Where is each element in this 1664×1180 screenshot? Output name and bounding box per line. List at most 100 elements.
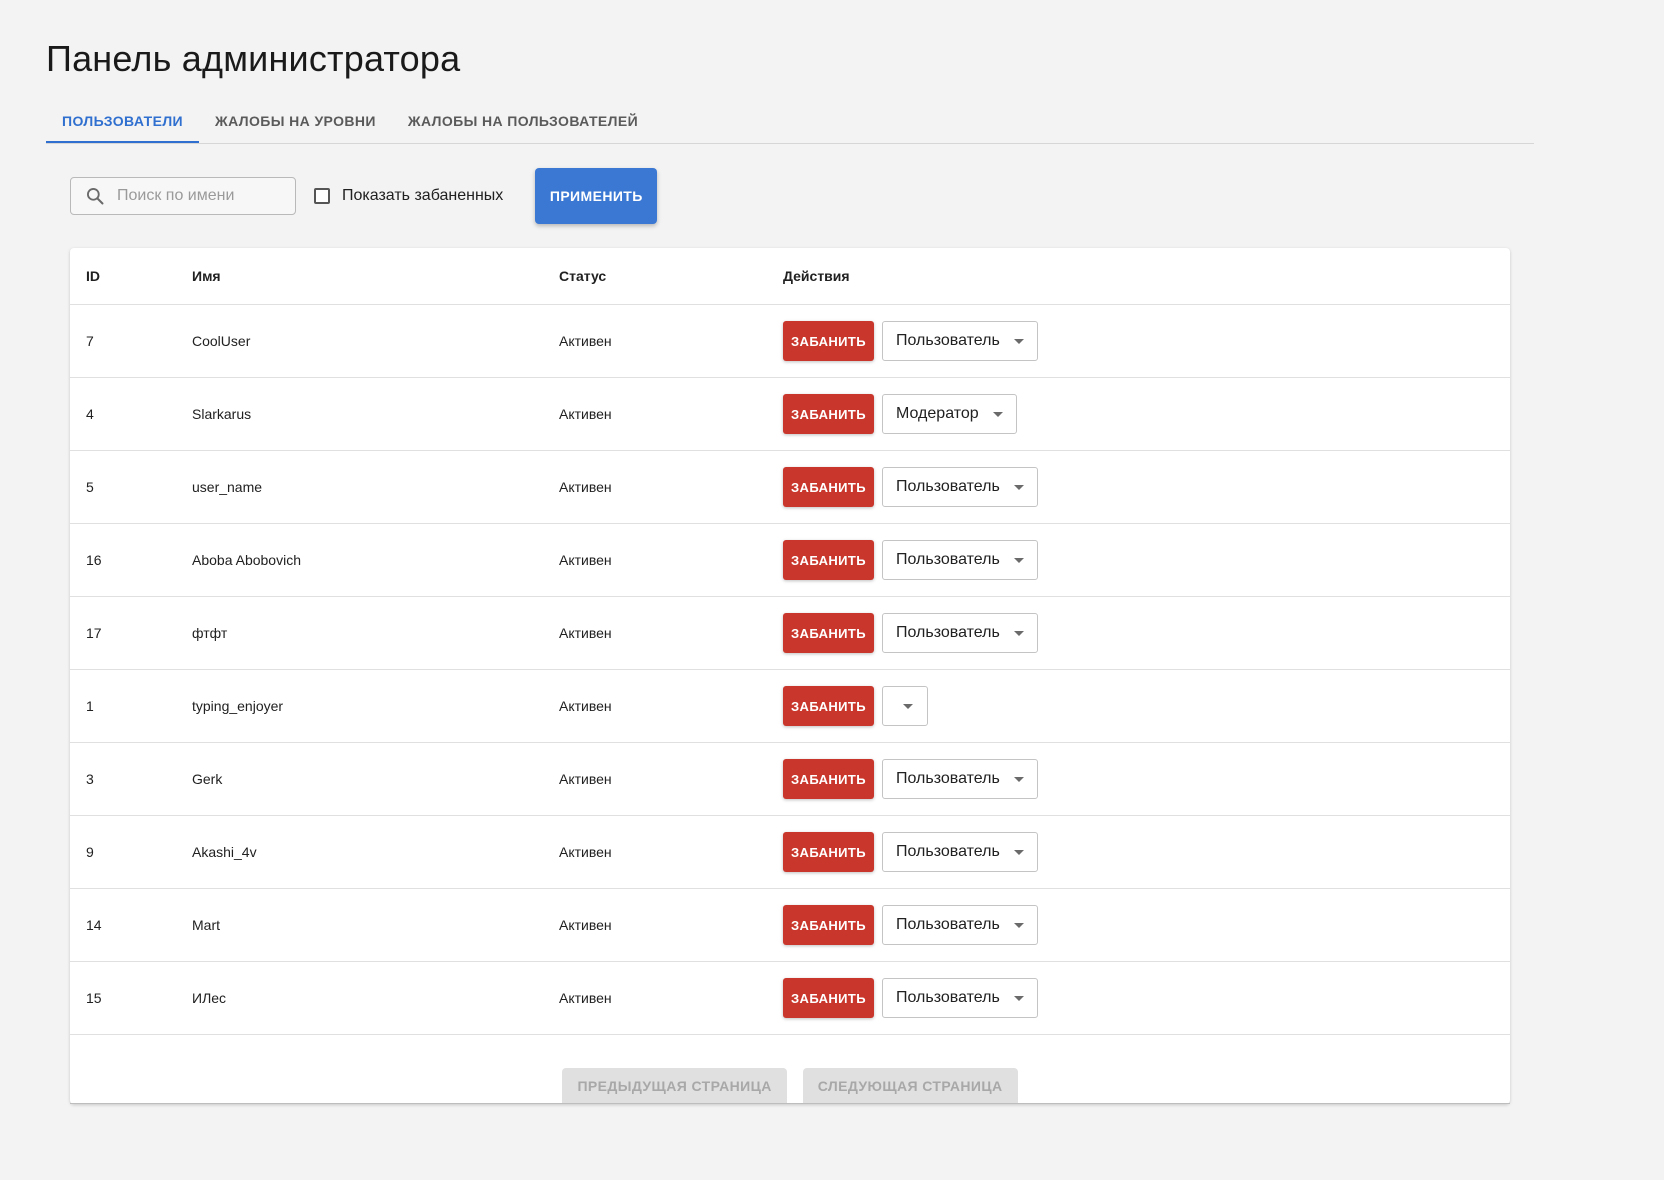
ban-button[interactable]: ЗАБАНИТЬ — [783, 686, 874, 726]
role-select[interactable]: Пользователь — [882, 905, 1038, 945]
table-row: 14 Mart Активен ЗАБАНИТЬ Пользователь — [70, 889, 1510, 962]
role-value: Пользователь — [896, 332, 1000, 349]
cell-name: Akashi_4v — [192, 844, 257, 860]
users-table: ID Имя Статус Действия 7 CoolUser Активен З… — [70, 248, 1510, 1104]
table-row: 1 typing_enjoyer Активен ЗАБАНИТЬ — [70, 670, 1510, 743]
cell-name: Slarkarus — [192, 406, 252, 422]
cell-status: Активен — [559, 479, 612, 495]
caret-down-icon — [1013, 557, 1024, 563]
role-value: Пользователь — [896, 770, 1000, 787]
show-banned-label: Показать забаненных — [342, 187, 504, 204]
cell-status: Активен — [559, 552, 612, 568]
cell-actions: ЗАБАНИТЬ — [783, 686, 1510, 726]
cell-status: Активен — [559, 625, 612, 641]
cell-id: 16 — [86, 552, 102, 568]
tab-bar: ПОЛЬЗОВАТЕЛИ ЖАЛОБЫ НА УРОВНИ ЖАЛОБЫ НА … — [46, 100, 1534, 144]
table-row: 15 ИЛес Активен ЗАБАНИТЬ Пользователь — [70, 962, 1510, 1035]
caret-down-icon — [1013, 849, 1024, 855]
role-select[interactable]: Пользователь — [882, 832, 1038, 872]
cell-id: 3 — [86, 771, 94, 787]
apply-button[interactable]: ПРИМЕНИТЬ — [535, 168, 658, 224]
caret-down-icon — [903, 703, 913, 709]
cell-actions: ЗАБАНИТЬ Пользователь — [783, 832, 1510, 872]
cell-status: Активен — [559, 844, 612, 860]
ban-button[interactable]: ЗАБАНИТЬ — [783, 978, 874, 1018]
role-select[interactable]: Пользователь — [882, 759, 1038, 799]
cell-status: Активен — [559, 698, 612, 714]
role-select[interactable]: Пользователь — [882, 321, 1038, 361]
cell-actions: ЗАБАНИТЬ Пользователь — [783, 759, 1510, 799]
cell-status: Активен — [559, 990, 612, 1006]
cell-actions: ЗАБАНИТЬ Пользователь — [783, 540, 1510, 580]
cell-actions: ЗАБАНИТЬ Пользователь — [783, 467, 1510, 507]
page-title: Панель администратора — [46, 38, 461, 79]
caret-down-icon — [992, 411, 1003, 417]
cell-id: 14 — [86, 917, 102, 933]
caret-down-icon — [1013, 776, 1024, 782]
table-row: 17 фтфт Активен ЗАБАНИТЬ Пользователь — [70, 597, 1510, 670]
tab-user-reports[interactable]: ЖАЛОБЫ НА ПОЛЬЗОВАТЕЛЕЙ — [392, 100, 654, 142]
cell-id: 17 — [86, 625, 102, 641]
cell-name: Aboba Abobovich — [192, 552, 301, 568]
cell-actions: ЗАБАНИТЬ Пользователь — [783, 978, 1510, 1018]
pagination: ПРЕДЫДУЩАЯ СТРАНИЦА СЛЕДУЮЩАЯ СТРАНИЦА — [70, 1036, 1510, 1104]
cell-name: ИЛес — [192, 990, 227, 1006]
next-page-button[interactable]: СЛЕДУЮЩАЯ СТРАНИЦА — [802, 1068, 1018, 1104]
ban-button[interactable]: ЗАБАНИТЬ — [783, 321, 874, 361]
cell-status: Активен — [559, 771, 612, 787]
role-select[interactable] — [882, 686, 928, 726]
cell-name: фтфт — [192, 625, 228, 641]
search-input[interactable] — [115, 186, 289, 206]
ban-button[interactable]: ЗАБАНИТЬ — [783, 613, 874, 653]
cell-id: 9 — [86, 844, 94, 860]
cell-actions: ЗАБАНИТЬ Пользователь — [783, 905, 1510, 945]
cell-actions: ЗАБАНИТЬ Модератор — [783, 394, 1510, 434]
column-header-name: Имя — [192, 268, 221, 284]
show-banned-toggle[interactable]: Показать забаненных — [314, 187, 503, 205]
role-select[interactable]: Пользователь — [882, 613, 1038, 653]
ban-button[interactable]: ЗАБАНИТЬ — [783, 394, 874, 434]
cell-name: Gerk — [192, 771, 223, 787]
role-select[interactable]: Пользователь — [882, 540, 1038, 580]
cell-name: user_name — [192, 479, 263, 495]
role-value: Модератор — [896, 405, 979, 422]
caret-down-icon — [1013, 484, 1024, 490]
cell-name: Mart — [192, 917, 220, 933]
cell-actions: ЗАБАНИТЬ Пользователь — [783, 613, 1510, 653]
search-icon — [87, 188, 104, 205]
role-value: Пользователь — [896, 916, 1000, 933]
role-select[interactable]: Пользователь — [882, 467, 1038, 507]
column-header-actions: Действия — [783, 268, 850, 284]
search-field[interactable] — [70, 177, 296, 215]
table-row: 7 CoolUser Активен ЗАБАНИТЬ Пользователь — [70, 305, 1510, 378]
table-bottom-divider — [70, 1103, 1510, 1104]
show-banned-checkbox[interactable] — [314, 188, 330, 204]
caret-down-icon — [1013, 995, 1024, 1001]
ban-button[interactable]: ЗАБАНИТЬ — [783, 905, 874, 945]
cell-id: 1 — [86, 698, 94, 714]
role-select[interactable]: Пользователь — [882, 978, 1038, 1018]
table-row: 9 Akashi_4v Активен ЗАБАНИТЬ Пользователь — [70, 816, 1510, 889]
tab-users[interactable]: ПОЛЬЗОВАТЕЛИ — [46, 100, 200, 143]
role-value: Пользователь — [896, 551, 1000, 568]
cell-name: CoolUser — [192, 333, 251, 349]
cell-id: 5 — [86, 479, 94, 495]
cell-id: 4 — [86, 406, 94, 422]
ban-button[interactable]: ЗАБАНИТЬ — [783, 759, 874, 799]
ban-button[interactable]: ЗАБАНИТЬ — [783, 467, 874, 507]
role-value: Пользователь — [896, 478, 1000, 495]
tab-level-reports[interactable]: ЖАЛОБЫ НА УРОВНИ — [199, 100, 392, 142]
table-row: 5 user_name Активен ЗАБАНИТЬ Пользователь — [70, 451, 1510, 524]
table-row: 16 Aboba Abobovich Активен ЗАБАНИТЬ Пользова… — [70, 524, 1510, 597]
ban-button[interactable]: ЗАБАНИТЬ — [783, 832, 874, 872]
filter-bar: Показать забаненных ПРИМЕНИТЬ — [70, 168, 658, 224]
prev-page-button[interactable]: ПРЕДЫДУЩАЯ СТРАНИЦА — [562, 1068, 787, 1104]
caret-down-icon — [1013, 630, 1024, 636]
cell-id: 15 — [86, 990, 102, 1006]
table-header: ID Имя Статус Действия — [70, 248, 1510, 305]
column-header-status: Статус — [559, 268, 607, 284]
cell-status: Активен — [559, 333, 612, 349]
ban-button[interactable]: ЗАБАНИТЬ — [783, 540, 874, 580]
role-select[interactable]: Модератор — [882, 394, 1017, 434]
role-value: Пользователь — [896, 624, 1000, 641]
